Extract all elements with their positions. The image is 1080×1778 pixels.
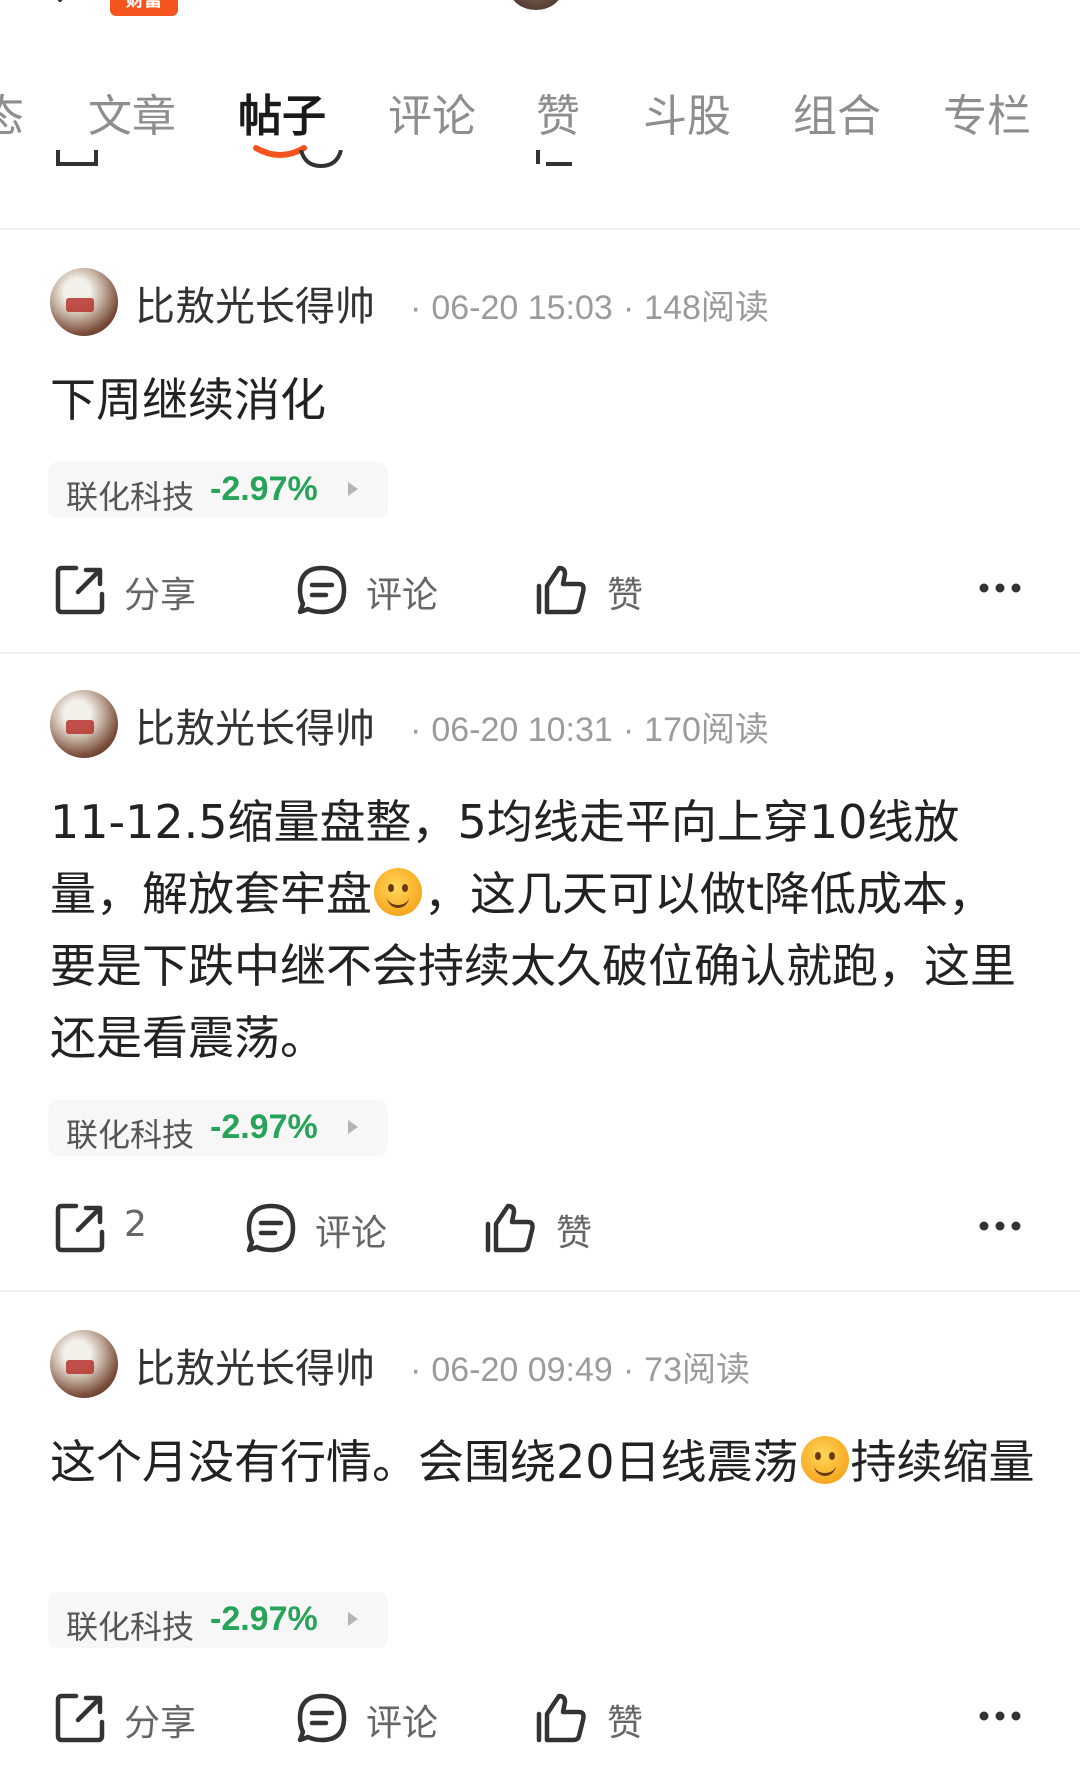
comment-icon[interactable] bbox=[295, 150, 345, 170]
tab-posts[interactable]: 帖子 bbox=[238, 80, 326, 144]
avatar[interactable] bbox=[50, 268, 118, 336]
stock-name: 联化科技 bbox=[66, 478, 195, 516]
share-icon bbox=[55, 1693, 105, 1743]
play-arrow-icon bbox=[348, 482, 358, 496]
author-name[interactable]: 比敖光长得帅 bbox=[135, 1336, 375, 1394]
share-button[interactable]: 分享 bbox=[52, 554, 252, 624]
post-content[interactable]: 这个月没有行情。会围绕20日线震荡 持续缩量 bbox=[50, 1426, 1040, 1498]
post-header: 比敖光长得帅 · 06-20 10:31 · 170阅读 bbox=[50, 690, 1050, 760]
tab-dynamics[interactable]: 态 bbox=[0, 80, 24, 144]
chevron-left-icon[interactable] bbox=[48, 0, 88, 20]
post-text: 持续缩量 bbox=[850, 1435, 1035, 1489]
like-label: 赞 bbox=[607, 1703, 644, 1744]
avatar[interactable] bbox=[50, 1330, 118, 1398]
stock-tag[interactable]: 联化科技 -2.97% bbox=[48, 1100, 388, 1156]
play-arrow-icon bbox=[348, 1612, 358, 1626]
stock-change: -2.97% bbox=[210, 470, 318, 508]
share-icon[interactable] bbox=[52, 150, 102, 170]
share-button[interactable]: 分享 bbox=[52, 1682, 252, 1752]
post-content[interactable]: 下周继续消化 bbox=[50, 364, 1040, 436]
post-card[interactable]: 比敖光长得帅 · 06-20 09:49 · 73阅读 这个月没有行情。会围绕20日线… bbox=[0, 1330, 1080, 1778]
post-content[interactable]: 11-12.5缩量盘整，5均线走平向上穿10线放量，解放套牢盘 ，这几天可以做t降… bbox=[50, 786, 1040, 1074]
share-label: 分享 bbox=[124, 575, 197, 616]
tab-column[interactable]: 专栏 bbox=[943, 80, 1031, 144]
share-button[interactable]: 2 bbox=[52, 1192, 202, 1262]
smile-emoji-icon bbox=[374, 868, 422, 916]
post-date: 06-20 10:31 bbox=[431, 711, 613, 749]
post-card[interactable]: 比敖光长得帅 · 06-20 15:03 · 148阅读 下周继续消化 联化科技 -2… bbox=[0, 268, 1080, 648]
divider bbox=[0, 228, 1080, 230]
tab-stock-battle[interactable]: 斗股 bbox=[643, 80, 731, 144]
comment-button[interactable]: 评论 bbox=[294, 1682, 494, 1752]
post-text: 这个月没有行情。会围绕20日线震荡 bbox=[50, 1435, 799, 1489]
stock-tag[interactable]: 联化科技 -2.97% bbox=[48, 1592, 388, 1648]
fortune-badge[interactable]: 财富 bbox=[110, 0, 178, 16]
post-date: 06-20 09:49 bbox=[431, 1351, 613, 1389]
post-actions: 分享 评论 赞 bbox=[0, 1682, 1080, 1752]
share-label: 分享 bbox=[124, 1703, 197, 1744]
author-name[interactable]: 比敖光长得帅 bbox=[135, 696, 375, 754]
post-header: 比敖光长得帅 · 06-20 15:03 · 148阅读 bbox=[50, 268, 1050, 338]
stock-tag[interactable]: 联化科技 -2.97% bbox=[48, 462, 388, 518]
thumbs-up-icon bbox=[536, 565, 586, 615]
like-button[interactable]: 赞 bbox=[533, 554, 733, 624]
read-count: 148阅读 bbox=[644, 289, 769, 327]
more-options-icon[interactable] bbox=[978, 1220, 1022, 1232]
stock-name: 联化科技 bbox=[66, 1116, 195, 1154]
smile-emoji-icon bbox=[800, 1436, 849, 1484]
like-label: 赞 bbox=[556, 1213, 593, 1254]
comment-label: 评论 bbox=[315, 1213, 388, 1254]
like-button[interactable]: 赞 bbox=[533, 1682, 733, 1752]
post-actions: 分享 评论 赞 bbox=[0, 554, 1080, 624]
play-arrow-icon bbox=[348, 1120, 358, 1134]
read-count: 73阅读 bbox=[644, 1351, 750, 1389]
tab-portfolio[interactable]: 组合 bbox=[793, 80, 881, 144]
comment-icon bbox=[297, 1693, 347, 1743]
profile-avatar[interactable] bbox=[510, 0, 562, 10]
tab-comments[interactable]: 评论 bbox=[388, 80, 476, 144]
divider bbox=[0, 1290, 1080, 1292]
like-button[interactable]: 赞 bbox=[482, 1192, 682, 1262]
comment-label: 评论 bbox=[366, 1703, 439, 1744]
share-count: 2 bbox=[124, 1204, 147, 1245]
author-name[interactable]: 比敖光长得帅 bbox=[135, 274, 375, 332]
share-icon bbox=[55, 565, 105, 615]
read-count: 170阅读 bbox=[644, 711, 769, 749]
more-options-icon[interactable] bbox=[978, 1710, 1022, 1722]
comment-icon bbox=[246, 1203, 296, 1253]
post-header: 比敖光长得帅 · 06-20 09:49 · 73阅读 bbox=[50, 1330, 1050, 1400]
stock-name: 联化科技 bbox=[66, 1608, 195, 1646]
post-date: 06-20 15:03 bbox=[431, 289, 613, 327]
thumbs-up-icon bbox=[536, 1693, 586, 1743]
post-meta: · 06-20 10:31 · 170阅读 bbox=[410, 711, 769, 749]
profile-posts-page: 财富 态 文章 帖子 评论 赞 斗股 组合 专栏 比敖光长得帅 · 06-20 … bbox=[0, 0, 1080, 1778]
post-card[interactable]: 比敖光长得帅 · 06-20 10:31 · 170阅读 11-12.5缩量盘整，5均… bbox=[0, 690, 1080, 1270]
more-options-icon[interactable] bbox=[978, 582, 1022, 594]
divider bbox=[0, 652, 1080, 654]
comment-label: 评论 bbox=[366, 575, 439, 616]
stock-change: -2.97% bbox=[210, 1600, 318, 1638]
post-actions: 2 评论 赞 bbox=[0, 1192, 1080, 1262]
avatar[interactable] bbox=[50, 690, 118, 758]
stock-change: -2.97% bbox=[210, 1108, 318, 1146]
profile-tabs: 态 文章 帖子 评论 赞 斗股 组合 专栏 bbox=[0, 70, 1080, 158]
comment-icon bbox=[297, 565, 347, 615]
tab-articles[interactable]: 文章 bbox=[88, 80, 176, 144]
comment-button[interactable]: 评论 bbox=[243, 1192, 443, 1262]
search-icon[interactable] bbox=[830, 0, 878, 18]
thumbs-up-icon[interactable] bbox=[532, 150, 582, 170]
share-icon bbox=[55, 1203, 105, 1253]
previous-post-actions bbox=[0, 150, 1080, 190]
post-meta: · 06-20 15:03 · 148阅读 bbox=[410, 289, 769, 327]
thumbs-up-icon bbox=[485, 1203, 535, 1253]
post-meta: · 06-20 09:49 · 73阅读 bbox=[410, 1351, 750, 1389]
comment-button[interactable]: 评论 bbox=[294, 554, 494, 624]
tab-likes[interactable]: 赞 bbox=[536, 80, 580, 144]
like-label: 赞 bbox=[607, 575, 644, 616]
top-bar: 财富 bbox=[0, 0, 1080, 40]
